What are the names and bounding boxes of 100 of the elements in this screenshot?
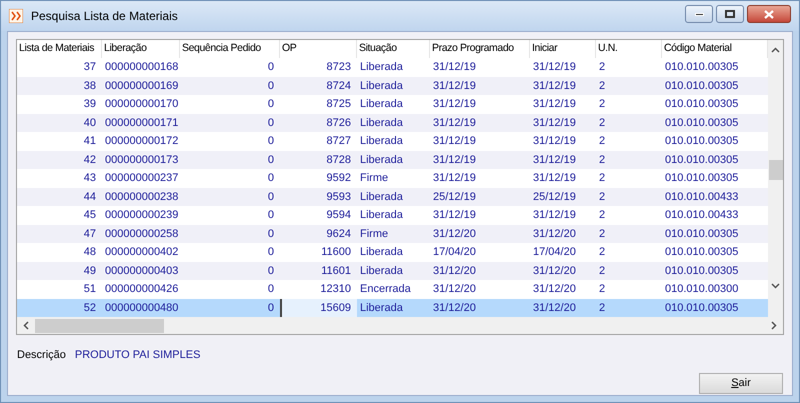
table-cell-text: Liberada (359, 97, 404, 112)
table-cell-text: 2 (598, 116, 606, 130)
table-cell-text: 8724 (326, 78, 352, 94)
table-cell-text: 2 (598, 134, 606, 149)
table-cell-text: 010.010.00305 (664, 116, 740, 130)
table-cell-text: 010.010.00305 (664, 171, 740, 186)
table-cell-text: 31/12/20 (532, 282, 577, 297)
description-label: Descrição (17, 348, 66, 363)
table-cell-text: 39 (82, 97, 97, 112)
table-cell-text: 31/12/19 (432, 208, 477, 223)
table-cell-text: 9594 (326, 208, 352, 223)
close-button[interactable] (747, 5, 791, 23)
table-cell-text: Liberada (359, 300, 404, 316)
table-cell-text: 48 (82, 245, 97, 260)
table-row[interactable]: 49 000000000403 0 11601 Liberada 31/12/20 31/12/20 2 010.010.00305 (17, 262, 768, 280)
vertical-scrollbar[interactable] (768, 40, 783, 317)
table-cell-text: 31/12/19 (432, 171, 477, 186)
scrollbar-thumb[interactable] (35, 318, 164, 332)
table-cell-text: 000000000237 (104, 171, 180, 186)
table-cell-text: 40 (82, 116, 97, 130)
table-cell-text: 000000000402 (104, 245, 180, 260)
table-cell-text: 010.010.00433 (664, 190, 740, 204)
scroll-down-icon (771, 283, 780, 289)
table-cell-text: 31/12/19 (432, 152, 477, 168)
table-cell-text: 0 (266, 190, 275, 204)
table-cell-text: 2 (598, 226, 606, 242)
table-cell-text: 000000000238 (104, 190, 180, 204)
scroll-right-icon (771, 321, 777, 330)
table-cell-text: 000000000258 (104, 226, 180, 242)
table-cell-text: Liberada (359, 116, 404, 130)
scrollbar-thumb[interactable] (768, 160, 782, 180)
exit-button[interactable]: Sair (699, 372, 783, 394)
minimize-button[interactable] (685, 5, 713, 23)
table-cell-text: 31/12/19 (432, 97, 477, 112)
table-cell-text: 52 (82, 300, 97, 316)
table-row[interactable]: 38 000000000169 0 8724 Liberada 31/12/19 31/12/19 2 010.010.00305 (17, 76, 768, 95)
table-cell-text: 000000000169 (104, 78, 180, 94)
table-cell-text: 31/12/19 (532, 116, 577, 130)
table-row[interactable]: 47 000000000258 0 9624 Firme 31/12/20 31/12/20 2 010.010.00305 (17, 224, 768, 243)
table-cell-text: 38 (82, 78, 97, 94)
table-cell-text: Liberada (359, 264, 404, 278)
table-row[interactable]: 42 000000000173 0 8728 Liberada 31/12/19 31/12/19 2 010.010.00305 (17, 150, 768, 169)
table-cell-text: 000000000168 (104, 60, 180, 75)
table-cell-text: Liberada (359, 208, 404, 223)
table-cell-text: 0 (266, 152, 275, 168)
table-cell-text: 0 (266, 264, 275, 278)
table-cell-text: 0 (266, 300, 275, 316)
scroll-up-icon (771, 47, 780, 53)
table-cell-text: 0 (266, 171, 275, 186)
table-cell-text: 010.010.00433 (664, 208, 740, 223)
table-cell-text: 43 (82, 171, 97, 186)
table-cell-text: 49 (82, 264, 97, 278)
table-cell-text: 010.010.00305 (664, 78, 740, 94)
horizontal-scrollbar[interactable] (17, 317, 783, 334)
table-cell-text: 31/12/20 (432, 226, 477, 242)
table-cell-text: 8728 (326, 152, 352, 168)
table-cell-text: Firme (359, 171, 390, 186)
table-cell-text: 41 (82, 134, 97, 149)
table-cell-text: 25/12/19 (532, 190, 577, 204)
table-cell-text: Liberada (359, 78, 404, 94)
table-cell-text: 31/12/20 (432, 264, 477, 278)
table-cell-text: 44 (82, 190, 97, 204)
table-cell-text: Liberada (359, 60, 404, 75)
table-cell-text: 0 (266, 116, 275, 130)
table-cell-text: 17/04/20 (432, 245, 477, 260)
table-cell-text: 31/12/20 (432, 300, 477, 316)
table-row[interactable]: 44 000000000238 0 9593 Liberada 25/12/19 25/12/19 2 010.010.00433 (17, 188, 768, 206)
table-cell-text: 0 (266, 282, 275, 297)
table-cell-text: 2 (598, 60, 606, 75)
table-cell-text: 12310 (319, 282, 352, 297)
table-cell-text: 010.010.00305 (664, 226, 740, 242)
table-cell-text: 000000000426 (104, 282, 180, 297)
table-cell-text: 2 (598, 152, 606, 168)
table-cell-text: 010.010.00300 (664, 282, 740, 297)
table-cell-text: 000000000173 (104, 152, 180, 168)
table-cell-text: 010.010.00305 (664, 300, 740, 316)
table-cell-text: 42 (82, 152, 97, 168)
table-cell-text: 2 (598, 264, 606, 278)
table-cell-text: Liberada (359, 152, 404, 168)
table-cell-text: 0 (266, 245, 275, 260)
table-cell-text: 45 (82, 208, 97, 223)
table-cell-text: 31/12/19 (532, 208, 577, 223)
table-cell-text: 2 (598, 190, 606, 204)
table-cell-text: 2 (598, 78, 606, 94)
table-cell-text: 2 (598, 300, 606, 316)
table-cell-text: 31/12/19 (532, 152, 577, 168)
table-cell-text: 11600 (320, 245, 352, 260)
table-cell-text: 010.010.00305 (664, 97, 740, 112)
table-cell-text: 9593 (326, 190, 352, 204)
table-row[interactable]: 40 000000000171 0 8726 Liberada 31/12/19 31/12/19 2 010.010.00305 (17, 114, 768, 132)
table-cell-text: 47 (82, 226, 97, 242)
table-cell: 15609 (280, 298, 357, 317)
table-cell-text: 8723 (326, 60, 352, 75)
table-cell-text: 010.010.00305 (664, 60, 740, 75)
table-cell-text: 31/12/19 (532, 171, 577, 186)
table-row[interactable]: 52 000000000480 0 15609 Liberada 31/12/20 31/12/20 2 010.010.00305 (17, 298, 768, 317)
table-cell-text: Liberada (359, 190, 404, 204)
table-cell-text: 0 (266, 60, 275, 75)
table-cell-text: 31/12/20 (532, 300, 577, 316)
maximize-button[interactable] (716, 5, 744, 23)
